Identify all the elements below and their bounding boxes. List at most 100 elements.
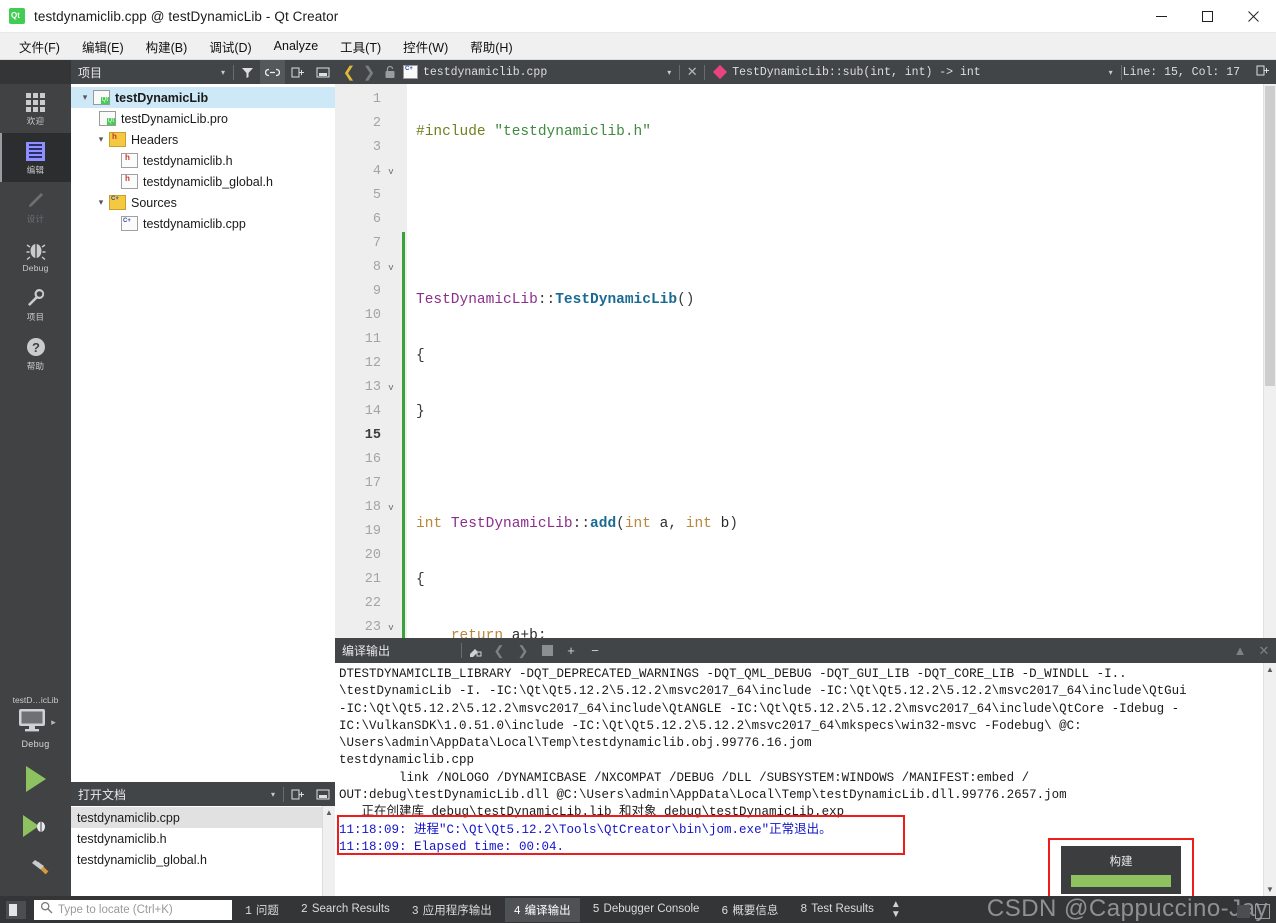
- minimize-icon[interactable]: [1138, 0, 1184, 33]
- chevron-down-icon[interactable]: ▾: [93, 134, 109, 145]
- maximize-output-icon[interactable]: ▲: [1228, 638, 1252, 663]
- chevron-down-icon[interactable]: ▾: [1109, 68, 1113, 77]
- fold-marker[interactable]: v: [381, 160, 401, 184]
- output-pane-toggle-icon[interactable]: [1255, 904, 1270, 919]
- scrollbar-thumb[interactable]: [1265, 86, 1275, 386]
- window-controls: [1138, 0, 1276, 33]
- code-line: int TestDynamicLib::add(int a, int b): [416, 516, 738, 532]
- tab-general-messages[interactable]: 6 概要信息: [712, 898, 787, 922]
- fold-marker[interactable]: v: [381, 376, 401, 400]
- open-documents-panel[interactable]: testdynamiclib.cpp testdynamiclib.h test…: [71, 806, 335, 896]
- kit-selector[interactable]: testD…icLib ▸ Debug: [0, 695, 71, 755]
- tree-row-header-file[interactable]: testdynamiclib_global.h: [71, 171, 335, 192]
- minimize-pane-icon[interactable]: [310, 782, 335, 806]
- split-icon[interactable]: [285, 782, 310, 806]
- run-button[interactable]: [0, 755, 71, 802]
- split-icon[interactable]: [285, 60, 310, 84]
- scroll-up-icon[interactable]: ▲: [325, 808, 333, 817]
- scroll-up-icon[interactable]: ▲: [1266, 665, 1274, 674]
- scroll-down-icon[interactable]: ▼: [1266, 885, 1274, 894]
- opendocs-scrollbar[interactable]: ▲: [322, 806, 335, 896]
- fold-marker[interactable]: v: [381, 256, 401, 280]
- tab-issues[interactable]: 1 问题: [236, 898, 288, 922]
- tree-row-header-file[interactable]: testdynamiclib.h: [71, 150, 335, 171]
- menu-debug[interactable]: 调试(D): [198, 34, 262, 59]
- tab-label: 编译输出: [524, 904, 571, 917]
- tree-row-sources-folder[interactable]: ▾ Sources: [71, 192, 335, 213]
- link-icon[interactable]: [260, 60, 285, 84]
- chevron-down-icon[interactable]: ▾: [271, 790, 275, 799]
- unlocked-icon[interactable]: [379, 65, 401, 79]
- menu-widgets[interactable]: 控件(W): [392, 34, 459, 59]
- header-file-icon: [121, 174, 138, 189]
- decrease-font-icon[interactable]: −: [583, 638, 607, 663]
- sidebar-item-help[interactable]: ? 帮助: [0, 329, 71, 378]
- list-item[interactable]: testdynamiclib_global.h: [71, 849, 322, 870]
- search-input[interactable]: Type to locate (Ctrl+K): [34, 899, 232, 920]
- start-debugging-button[interactable]: [0, 802, 71, 849]
- list-item[interactable]: testdynamiclib.cpp: [71, 807, 322, 828]
- tab-search-results[interactable]: 2 Search Results: [292, 899, 399, 920]
- maximize-icon[interactable]: [1184, 0, 1230, 33]
- menu-file[interactable]: 文件(F): [8, 34, 71, 59]
- up-down-stepper-icon[interactable]: ▲ ▼: [891, 899, 901, 920]
- line-number: 12: [364, 356, 381, 371]
- line-number: 11: [364, 332, 381, 347]
- increase-font-icon[interactable]: +: [559, 638, 583, 663]
- close-icon[interactable]: [1230, 0, 1276, 33]
- symbol-combo[interactable]: TestDynamicLib::sub(int, int) -> int: [732, 66, 1101, 79]
- split-editor-icon[interactable]: [1250, 64, 1276, 80]
- menu-tools[interactable]: 工具(T): [329, 34, 392, 59]
- build-button[interactable]: [0, 849, 71, 896]
- editor-scrollbar[interactable]: [1263, 84, 1276, 638]
- list-item[interactable]: testdynamiclib.h: [71, 828, 322, 849]
- menu-edit[interactable]: 编辑(E): [71, 34, 135, 59]
- previous-item-icon[interactable]: ❮: [487, 638, 511, 663]
- output-line: -IC:\Qt\Qt5.12.2\5.12.2\msvc2017_64\incl…: [339, 701, 1180, 716]
- tree-row-label: Headers: [131, 132, 179, 147]
- output-pane-body[interactable]: DTESTDYNAMICLIB_LIBRARY -DQT_DEPRECATED_…: [335, 663, 1276, 896]
- cpp-file-icon: [121, 216, 138, 231]
- tab-application-output[interactable]: 3 应用程序输出: [403, 898, 501, 922]
- code-editor[interactable]: 1 2 3 4v 5 6 7 8v 9 10 11 12 13 v 14 15 1…: [335, 84, 1276, 638]
- forward-arrow-icon[interactable]: ❯: [359, 63, 379, 81]
- sidebar-item-edit[interactable]: 编辑: [0, 133, 71, 182]
- fold-marker[interactable]: v: [381, 616, 401, 638]
- tab-debugger-console[interactable]: 5 Debugger Console: [584, 899, 709, 920]
- filter-icon[interactable]: [235, 60, 260, 84]
- chevron-down-icon[interactable]: ▾: [93, 197, 109, 208]
- menu-help[interactable]: 帮助(H): [459, 34, 523, 59]
- tree-row-pro-file[interactable]: testDynamicLib.pro: [71, 108, 335, 129]
- menu-build[interactable]: 构建(B): [135, 34, 199, 59]
- progress-detail-icon[interactable]: [1237, 905, 1250, 918]
- stop-icon[interactable]: [535, 638, 559, 663]
- menu-analyze[interactable]: Analyze: [263, 36, 329, 56]
- minimize-pane-icon[interactable]: [310, 60, 335, 84]
- output-scrollbar[interactable]: ▲ ▼: [1263, 663, 1276, 896]
- next-item-icon[interactable]: ❯: [511, 638, 535, 663]
- close-output-icon[interactable]: ✕: [1252, 638, 1276, 663]
- tree-row-project[interactable]: ▾ testDynamicLib: [71, 87, 335, 108]
- sidebar-item-design[interactable]: 设计: [0, 182, 71, 231]
- clear-output-icon[interactable]: [463, 638, 487, 663]
- sidebar-item-debug[interactable]: Debug: [0, 231, 71, 280]
- line-number: 3: [372, 140, 381, 155]
- sidebar-item-welcome[interactable]: 欢迎: [0, 84, 71, 133]
- project-tree[interactable]: ▾ testDynamicLib testDynamicLib.pro ▾ He…: [71, 84, 335, 782]
- line-number: 13: [364, 380, 381, 395]
- chevron-down-icon[interactable]: ▾: [221, 68, 225, 77]
- chevron-down-icon[interactable]: ▾: [667, 68, 671, 77]
- back-arrow-icon[interactable]: ❮: [339, 63, 359, 81]
- mode-sidebar-spacer: [0, 60, 71, 84]
- sidebar-item-projects[interactable]: 项目: [0, 280, 71, 329]
- chevron-down-icon[interactable]: ▾: [77, 92, 93, 103]
- tab-test-results[interactable]: 8 Test Results: [791, 899, 883, 920]
- tree-row-cpp-file[interactable]: testdynamiclib.cpp: [71, 213, 335, 234]
- close-icon[interactable]: ✕: [681, 64, 703, 80]
- tab-compile-output[interactable]: 4 编译输出: [504, 897, 580, 922]
- fold-marker[interactable]: v: [381, 496, 401, 520]
- editor-file-combo[interactable]: testdynamiclib.cpp: [423, 66, 547, 79]
- tree-row-headers-folder[interactable]: ▾ Headers: [71, 129, 335, 150]
- code-text-area[interactable]: #include "testdynamiclib.h" TestDynamicL…: [407, 84, 1263, 638]
- toggle-sidebar-icon[interactable]: [6, 900, 26, 919]
